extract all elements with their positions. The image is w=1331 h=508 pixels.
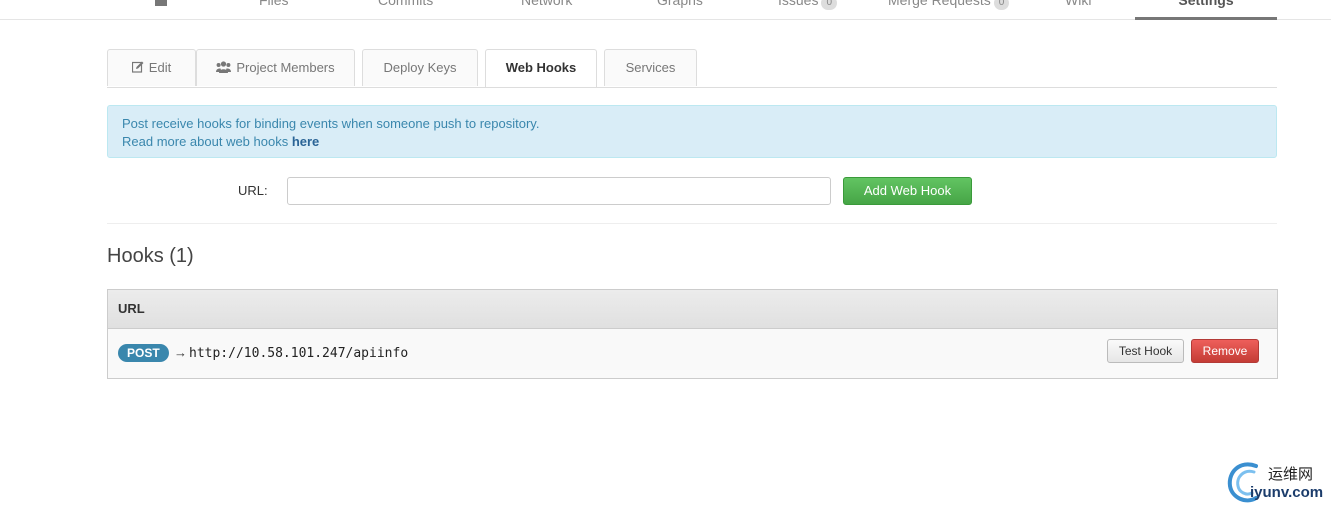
hook-row: POST → http://10.58.101.247/apiinfo Test… — [108, 329, 1277, 378]
nav-label: Merge Requests — [888, 0, 991, 8]
nav-label: Wiki — [1065, 0, 1092, 8]
tab-edit[interactable]: Edit — [107, 49, 196, 86]
tab-deploy-keys[interactable]: Deploy Keys — [362, 49, 478, 86]
arrow-icon: → — [174, 345, 187, 360]
nav-label: Commits — [378, 0, 434, 8]
read-more-link[interactable]: here — [292, 134, 319, 149]
project-nav: Files Commits Network Graphs Issues 0 Mer… — [0, 0, 1331, 20]
test-hook-button[interactable]: Test Hook — [1107, 339, 1184, 363]
tab-label: Web Hooks — [505, 60, 577, 75]
watermark-logo: 运维网 iyunv.com — [1226, 460, 1330, 504]
tab-project-members[interactable]: Project Members — [196, 49, 355, 86]
web-hooks-info-alert: Post receive hooks for binding events wh… — [107, 105, 1277, 158]
alert-read-more: Read more about web hooks here — [122, 133, 1262, 151]
users-icon — [216, 61, 232, 73]
hook-url: http://10.58.101.247/apiinfo — [189, 346, 409, 361]
tab-label: Edit — [148, 60, 172, 75]
url-input[interactable] — [287, 177, 831, 205]
hooks-table: URL POST → http://10.58.101.247/apiinfo … — [107, 289, 1278, 379]
nav-label: Graphs — [657, 0, 703, 8]
tab-label: Project Members — [236, 60, 335, 75]
hooks-table-header: URL — [108, 290, 1277, 329]
nav-item-merge-requests[interactable]: Merge Requests 0 — [888, 0, 1010, 10]
merge-requests-count-badge: 0 — [993, 0, 1010, 10]
tab-label: Services — [625, 60, 676, 75]
settings-tabs: Edit Project Members Deploy Keys Web Hoo… — [107, 49, 1277, 88]
nav-item-network[interactable]: Network — [521, 0, 572, 9]
nav-item-wiki[interactable]: Wiki — [1065, 0, 1091, 9]
alert-text: Post receive hooks for binding events wh… — [122, 116, 540, 131]
issues-count-badge: 0 — [821, 0, 838, 10]
nav-label: Network — [521, 0, 573, 8]
hooks-title: Hooks (1) — [107, 245, 194, 267]
nav-label: Files — [259, 0, 289, 8]
tab-web-hooks[interactable]: Web Hooks — [485, 49, 597, 87]
nav-item-issues[interactable]: Issues 0 — [778, 0, 838, 10]
nav-item-files[interactable]: Files — [259, 0, 289, 9]
column-header-url: URL — [118, 301, 145, 316]
url-label: URL: — [238, 183, 268, 198]
edit-icon — [131, 61, 144, 73]
nav-item-graphs[interactable]: Graphs — [657, 0, 703, 9]
watermark-en: iyunv.com — [1250, 484, 1324, 501]
tab-label: Deploy Keys — [383, 60, 457, 75]
remove-hook-button[interactable]: Remove — [1191, 339, 1259, 363]
watermark-cn: 运维网 — [1268, 466, 1314, 483]
tab-services[interactable]: Services — [604, 49, 697, 86]
nav-label: Issues — [778, 0, 819, 8]
divider — [107, 223, 1277, 224]
method-badge: POST — [118, 344, 169, 362]
nav-item-settings[interactable]: Settings — [1135, 0, 1277, 9]
home-icon[interactable] — [152, 0, 170, 6]
nav-active-indicator — [1135, 17, 1277, 20]
alert-read-more-text: Read more about web hooks — [122, 134, 292, 149]
nav-item-commits[interactable]: Commits — [378, 0, 433, 9]
add-web-hook-button[interactable]: Add Web Hook — [843, 177, 972, 205]
